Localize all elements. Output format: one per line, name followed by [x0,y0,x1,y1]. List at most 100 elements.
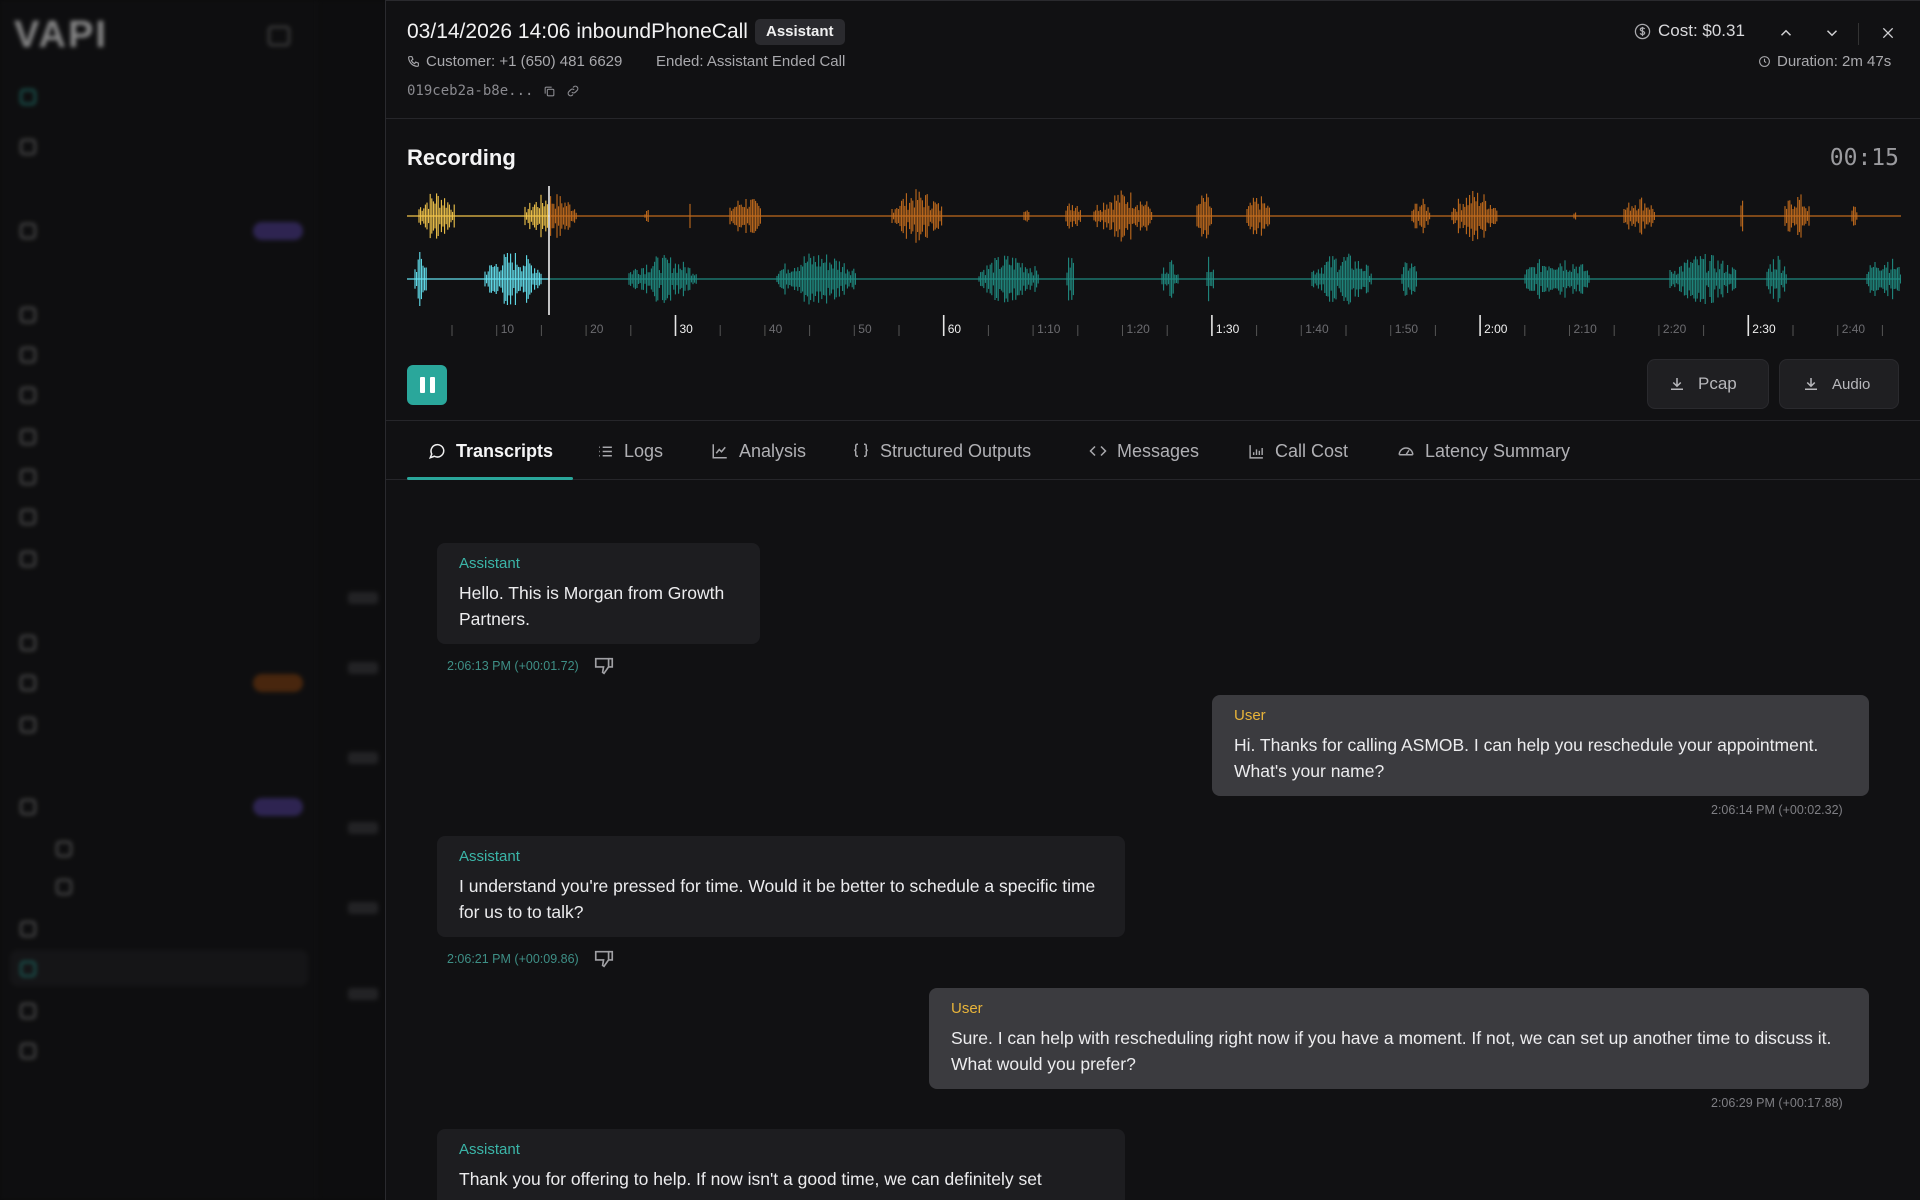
sidebar-item [20,996,300,1026]
next-call-button[interactable] [1820,21,1844,45]
header-divider [1858,23,1859,45]
message-text: Hi. Thanks for calling ASMOB. I can help… [1234,735,1819,781]
tab-label: Messages [1117,440,1200,461]
message-role: Assistant [459,555,520,572]
call-header: 03/14/2026 14:06 inboundPhoneCall Assist… [386,1,1920,119]
sidebar-item [20,502,300,532]
call-id: 019ceb2a-b8e... [407,83,534,99]
audio-label: Audio [1832,375,1871,393]
customer-info: Customer: +1 (650) 481 6629 [407,53,622,70]
tab-label: Logs [624,440,664,461]
axis-tick-label: 10 [501,322,515,336]
sidebar-pill [253,798,303,816]
axis-tick-label: 2:10 [1574,322,1598,336]
sidebar-item [20,544,300,574]
chevron-up-icon [1780,29,1792,36]
sidebar-item [20,422,300,452]
chevron-down-icon [1826,30,1838,37]
sidebar-item [20,1036,300,1066]
message-timestamp: 2:06:29 PM (+00:17.88) [1711,1096,1843,1110]
pause-icon [419,377,425,393]
message-text: Sure. I can help with rescheduling right… [951,1028,1832,1074]
tab-label: Transcripts [456,440,554,461]
axis-tick-label: 50 [858,322,872,336]
tab-bar: Transcripts Logs Analysis Structured Out… [386,420,1920,480]
cost-value: Cost: $0.31 [1658,21,1745,40]
axis-tick-label: 30 [680,322,694,336]
tab-analysis[interactable]: Analysis [711,421,806,481]
axis-tick-label: 1:10 [1037,322,1061,336]
sidebar-item [56,834,336,864]
transcript-message-assistant: Assistant I understand you're pressed fo… [437,836,1125,937]
call-id-row: 019ceb2a-b8e... [407,83,580,99]
sidebar-item [56,872,336,902]
clock-icon [1759,56,1770,67]
axis-tick-label: 2:00 [1484,322,1508,336]
tab-label: Call Cost [1275,440,1349,461]
axis-tick-label: 1:40 [1305,322,1329,336]
transcript-message-assistant: Assistant Thank you for offering to help… [437,1129,1125,1200]
recording-waveform[interactable]: 10 20 30 40 50 60 1:10 1:20 1:30 1:40 1:50 2:00 2:10… [407,181,1901,341]
download-audio-button[interactable]: Audio [1779,359,1899,409]
sidebar-item [20,300,300,330]
background-list [318,0,386,1200]
axis-tick-label: 2:40 [1842,322,1866,336]
assistant-badge: Assistant [755,19,845,45]
transcript-message-user: User Hi. Thanks for calling ASMOB. I can… [1212,695,1869,796]
tab-transcripts[interactable]: Transcripts [428,421,553,481]
tab-structured-outputs[interactable]: Structured Outputs [852,421,1031,481]
message-role: Assistant [459,848,520,865]
sidebar-item [20,710,300,740]
link-icon[interactable] [566,84,580,98]
call-title: 03/14/2026 14:06 inboundPhoneCall [407,20,748,43]
active-tab-indicator [407,477,573,480]
chat-icon [428,443,445,460]
message-timestamp: 2:06:14 PM (+00:02.32) [1711,803,1843,817]
axis-tick-label: 1:30 [1216,322,1240,336]
axis-tick-label: 1:50 [1395,322,1419,336]
dollar-circle-icon [1634,23,1651,39]
pause-button[interactable] [407,365,447,405]
thumbs-down-icon[interactable] [593,948,615,970]
tab-latency-summary[interactable]: Latency Summary [1397,421,1570,481]
ended-reason: Ended: Assistant Ended Call [656,53,846,70]
phone-icon [408,56,419,67]
call-detail-panel: 03/14/2026 14:06 inboundPhoneCall Assist… [385,0,1920,1200]
tab-label: Analysis [739,440,807,461]
axis-tick-label: 60 [948,322,962,336]
recording-time: 00:15 [1829,145,1899,171]
customer-number: Customer: +1 (650) 481 6629 [426,53,623,70]
sidebar-item [20,628,300,658]
message-text: I understand you're pressed for time. Wo… [459,876,1096,922]
recording-title: Recording [407,145,516,170]
previous-call-button[interactable] [1774,21,1798,45]
sidebar-item [20,380,300,410]
thumbs-down-icon[interactable] [593,655,615,677]
tab-label: Latency Summary [1425,440,1571,461]
close-icon [1882,27,1894,39]
message-timestamp: 2:06:13 PM (+00:01.72) [447,655,615,677]
background-sidebar: VAPI [0,0,318,1200]
message-role: User [951,1000,983,1017]
copy-icon[interactable] [543,85,556,98]
cost-display: Cost: $0.31 [1634,21,1745,41]
pause-icon [429,377,435,393]
duration-value: Duration: 2m 47s [1777,53,1892,70]
message-role: Assistant [459,1141,520,1158]
timestamp-time: 2:06:21 PM (+00:09.86) [447,952,579,966]
tab-call-cost[interactable]: Call Cost [1248,421,1348,481]
axis-tick-label: 20 [590,322,604,336]
download-pcap-button[interactable]: Pcap [1647,359,1769,409]
axis-tick-label: 2:30 [1752,322,1776,336]
vapi-logo: VAPI [14,14,108,56]
tab-messages[interactable]: Messages [1089,421,1199,481]
message-role: User [1234,707,1266,724]
timestamp-time: 2:06:14 PM (+00:02.32) [1711,803,1843,817]
message-timestamp: 2:06:21 PM (+00:09.86) [447,948,615,970]
message-text: Thank you for offering to help. If now i… [459,1169,1042,1189]
tab-logs[interactable]: Logs [597,421,663,481]
close-button[interactable] [1876,21,1900,45]
sidebar-item [20,82,300,112]
tab-label: Structured Outputs [880,440,1032,461]
sidebar-toggle-icon [268,26,290,46]
